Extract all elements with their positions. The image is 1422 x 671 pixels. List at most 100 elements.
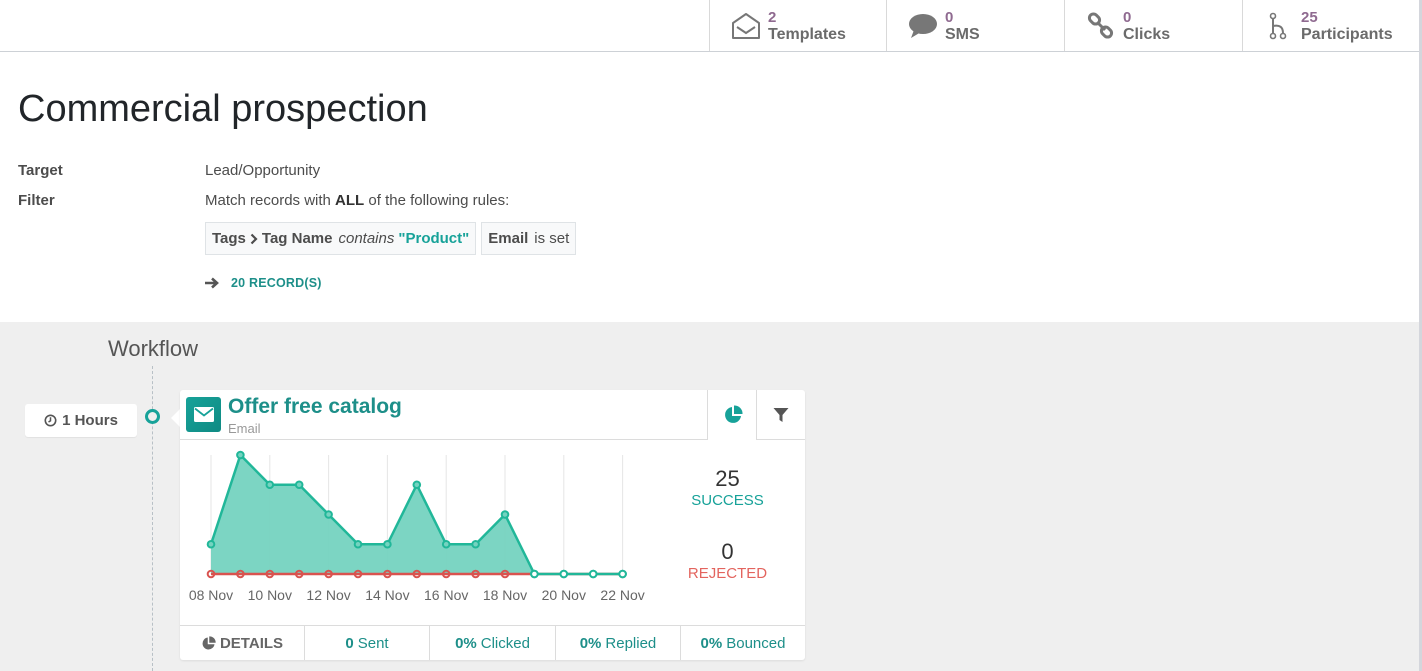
filter-icon [773, 407, 789, 423]
success-area [211, 455, 623, 574]
sms-label: SMS [945, 25, 980, 43]
success-count: 25 [715, 466, 740, 491]
code-fork-icon [1259, 12, 1299, 40]
clicks-label: Clicks [1123, 25, 1171, 43]
success-point [383, 539, 392, 549]
success-kpi: 25 SUCCESS [670, 466, 785, 509]
participants-stat-button[interactable]: 25 Participants [1242, 0, 1420, 51]
x-tick-label: 16 Nov [424, 587, 468, 603]
rule-value: "Product" [398, 230, 470, 247]
timeline-node [145, 409, 160, 424]
activity-type: Email [228, 421, 261, 436]
delay-badge[interactable]: 1 Hours [25, 404, 137, 437]
success-point [588, 569, 598, 579]
success-point [618, 569, 627, 579]
success-point [353, 539, 363, 549]
x-tick-label: 10 Nov [248, 587, 292, 603]
clicks-count: 0 [1123, 8, 1132, 26]
templates-count: 2 [768, 8, 777, 26]
x-tick-label: 22 Nov [600, 587, 644, 603]
clock-icon [44, 414, 57, 427]
activity-header: Offer free catalog Email [180, 390, 708, 440]
envelope-open-icon [726, 12, 766, 40]
workflow-title: Workflow [108, 336, 199, 361]
x-tick-label: 14 Nov [365, 587, 409, 603]
x-tick-label: 20 Nov [542, 587, 586, 603]
clicks-stat-button[interactable]: 0 Clicks [1064, 0, 1242, 51]
filter-description: Match records with ALL of the following … [205, 192, 509, 209]
bounced-stat[interactable]: 0% Bounced [681, 626, 805, 660]
pie-chart-icon [201, 635, 216, 651]
filter-label: Filter [18, 192, 55, 209]
page-title: Commercial prospection [18, 88, 428, 130]
success-point [500, 510, 510, 519]
success-label: SUCCESS [691, 492, 764, 509]
activity-footer: DETAILS 0 Sent 0% Clicked 0% Replied 0% Boun… [180, 625, 805, 660]
success-point [206, 539, 216, 549]
chart-svg: 08 Nov 10 Nov 12 Nov 14 Nov 16 Nov 18 Nov 20 N… [189, 450, 645, 603]
link-icon [1081, 11, 1121, 40]
replied-label: Replied [605, 634, 657, 652]
replied-value: 0% [579, 634, 602, 652]
activity-chart: 08 Nov 10 Nov 12 Nov 14 Nov 16 Nov 18 Nov 20 N… [180, 440, 660, 625]
clicked-value: 0% [455, 634, 477, 652]
success-point [471, 539, 480, 549]
templates-label: Templates [768, 25, 846, 43]
success-point [324, 510, 333, 519]
filter-prefix: Match records with [205, 192, 336, 209]
details-label: DETAILS [219, 634, 284, 652]
rule-path: Tags [212, 230, 246, 247]
pie-chart-icon [723, 405, 743, 425]
filter-rule[interactable]: Tags Tag Name contains "Product" [205, 222, 477, 255]
success-point [530, 569, 539, 579]
arrow-right-icon [205, 277, 219, 289]
clicked-stat[interactable]: 0% Clicked [430, 626, 556, 660]
target-label: Target [18, 162, 63, 179]
campaign-header: Commercial prospection Target Lead/Oppor… [0, 52, 1419, 322]
stats-tab[interactable] [709, 390, 757, 440]
records-link[interactable]: 20 RECORD(S) [205, 276, 322, 290]
bounced-value: 0% [700, 634, 723, 652]
records-count-link[interactable]: 20 RECORD(S) [231, 276, 322, 290]
sms-stat-button[interactable]: 0 SMS [886, 0, 1064, 51]
stat-button-bar: 2 Templates 0 SMS 0 Clicks 25 Participants [0, 0, 1422, 52]
comment-icon [903, 13, 943, 39]
templates-stat-button[interactable]: 2 Templates [709, 0, 887, 51]
target-value: Lead/Opportunity [205, 162, 321, 179]
rejected-kpi: 0 REJECTED [670, 539, 785, 582]
filter-mode: ALL [335, 192, 365, 209]
sent-value: 0 [345, 634, 354, 652]
success-point [412, 480, 422, 490]
sent-label: Sent [357, 634, 389, 652]
sms-count: 0 [945, 8, 954, 26]
filter-rules: Tags Tag Name contains "Product" Email i… [205, 222, 577, 255]
x-tick-label: 18 Nov [483, 587, 527, 603]
clicked-label: Clicked [480, 634, 530, 652]
rejected-label: REJECTED [687, 565, 768, 582]
filter-suffix: of the following rules: [364, 192, 510, 209]
rule-operator: contains [338, 230, 395, 247]
workflow-section: Workflow 1 Hours Offer free catalog Emai… [0, 322, 1419, 671]
x-tick-label: 12 Nov [306, 587, 350, 603]
x-tick-label: 08 Nov [189, 587, 233, 603]
success-point [294, 480, 304, 490]
rule-field: Email [488, 230, 529, 247]
bounced-label: Bounced [726, 634, 786, 652]
success-point [236, 450, 245, 460]
details-button[interactable]: DETAILS [180, 626, 305, 660]
rule-operator: is set [534, 230, 570, 247]
replied-stat[interactable]: 0% Replied [556, 626, 681, 660]
delay-text: 1 Hours [62, 412, 118, 429]
chevron-right-icon [250, 233, 258, 245]
sent-stat[interactable]: 0 Sent [305, 626, 430, 660]
filter-tab[interactable] [757, 390, 805, 440]
filter-rule[interactable]: Email is set [481, 222, 577, 255]
activity-name[interactable]: Offer free catalog [228, 395, 402, 419]
success-point [265, 480, 275, 490]
participants-label: Participants [1301, 25, 1393, 43]
participants-count: 25 [1301, 8, 1318, 26]
rule-field: Tag Name [261, 230, 333, 247]
envelope-icon [186, 397, 221, 432]
activity-card: Offer free catalog Email 08 Nov 10 Nov 12 … [180, 390, 805, 660]
rejected-count: 0 [721, 539, 734, 564]
